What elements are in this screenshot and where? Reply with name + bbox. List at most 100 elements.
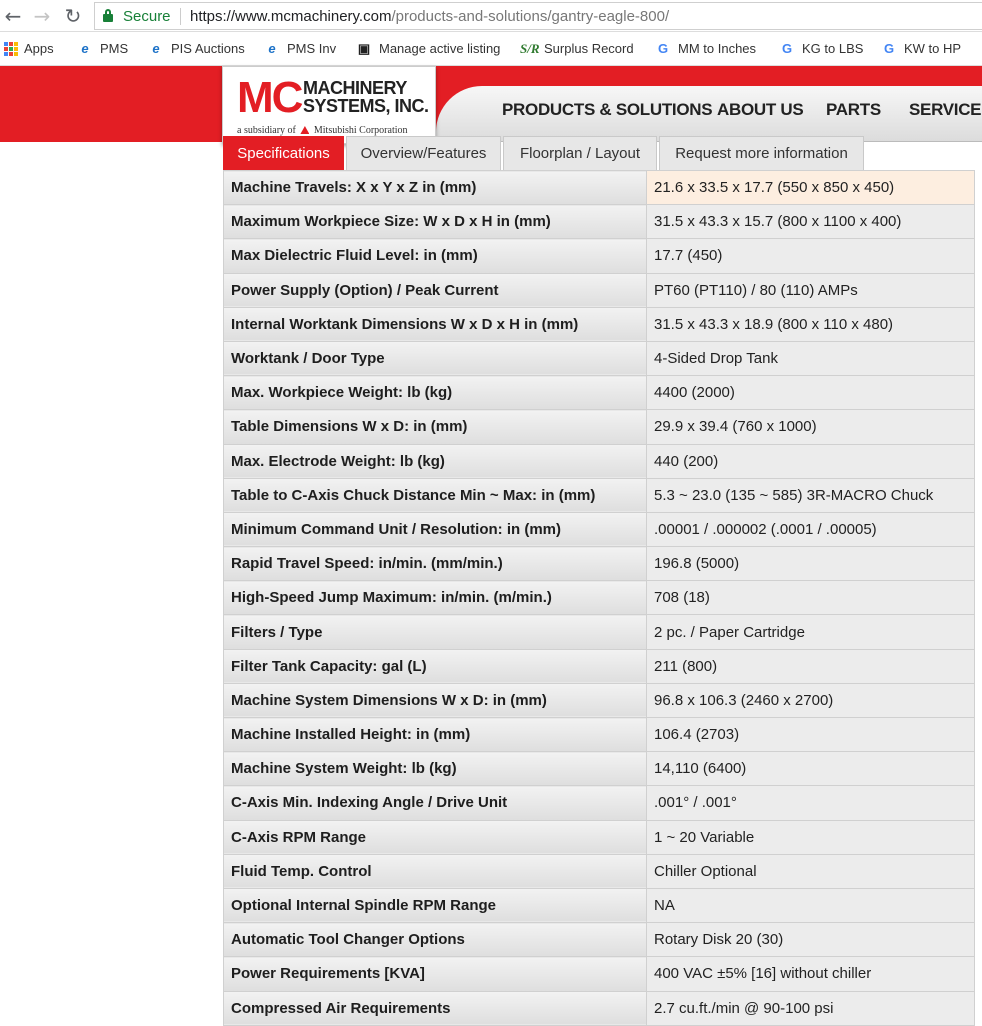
url-text[interactable]: https://www.mcmachinery.com/products-and… — [190, 8, 669, 25]
bookmark-label: KG to LBS — [802, 41, 864, 56]
logo-mc: MC — [237, 73, 303, 122]
address-bar-area: ← → ↻ Secure https://www.mcmachinery.com… — [0, 0, 982, 32]
tab-specifications[interactable]: Specifications — [223, 136, 344, 170]
google-icon: G — [883, 40, 895, 56]
tab-overview-features[interactable]: Overview/Features — [346, 136, 501, 170]
spec-row: Machine System Weight: lb (kg) 14,110 (64… — [223, 751, 975, 787]
bookmark-apps[interactable]: Apps — [4, 41, 54, 56]
spec-table-body: Machine Travels: X x Y x Z in (mm) 21.6 x… — [223, 169, 975, 1026]
spec-value: 440 (200) — [646, 443, 975, 479]
spec-row: Machine Installed Height: in (mm) 106.4 (… — [223, 716, 975, 753]
spec-label: Filters / Type — [223, 614, 647, 650]
spec-value: .001° / .001° — [646, 785, 975, 821]
secure-label: Secure — [123, 8, 171, 25]
logo-subsidiary: a subsidiary of Mitsubishi Corporation — [237, 125, 408, 136]
spec-label: Automatic Tool Changer Options — [223, 922, 647, 958]
spec-value: 196.8 (5000) — [646, 546, 975, 582]
logo-line2: SYSTEMS, INC. — [303, 96, 429, 116]
logo-sub-post: Mitsubishi Corporation — [313, 125, 408, 136]
spec-value: 96.8 x 106.3 (2460 x 2700) — [646, 682, 975, 719]
spec-label: Optional Internal Spindle RPM Range — [223, 887, 647, 924]
spec-label: C-Axis Min. Indexing Angle / Drive Unit — [223, 785, 647, 821]
spec-label: Table to C-Axis Chuck Distance Min ~ Max… — [223, 477, 647, 513]
ie-icon: e — [81, 40, 89, 56]
spec-row: High-Speed Jump Maximum: in/min. (m/min.… — [223, 580, 975, 616]
spec-row: Table to C-Axis Chuck Distance Min ~ Max… — [223, 477, 975, 513]
spec-value: 708 (18) — [646, 580, 975, 616]
spec-row: Minimum Command Unit / Resolution: in (m… — [223, 511, 975, 548]
spec-row: Rapid Travel Speed: in/min. (mm/min.) 196… — [223, 546, 975, 582]
spec-label: Machine System Dimensions W x D: in (mm) — [223, 682, 647, 719]
logo-sub-pre: a subsidiary of — [237, 125, 296, 136]
spec-row: Internal Worktank Dimensions W x D x H i… — [223, 306, 975, 342]
reload-icon[interactable]: ↻ — [62, 5, 84, 27]
bookmark-pis-auctions[interactable]: e PIS Auctions — [147, 40, 244, 56]
spec-row: Machine Travels: X x Y x Z in (mm) 21.6 x… — [223, 169, 975, 206]
lock-icon — [103, 9, 113, 22]
specifications-table: Machine Travels: X x Y x Z in (mm) 21.6 x… — [223, 169, 975, 1026]
spec-label: Compressed Air Requirements — [223, 990, 647, 1026]
spec-label: Max Dielectric Fluid Level: in (mm) — [223, 238, 647, 274]
spec-row: Filter Tank Capacity: gal (L) 211 (800) — [223, 648, 975, 684]
bookmark-label: PMS — [100, 41, 129, 56]
spec-label: Filter Tank Capacity: gal (L) — [223, 648, 647, 684]
bookmark-pms[interactable]: e PMS — [76, 41, 128, 56]
spec-row: Fluid Temp. Control Chiller Optional — [223, 853, 975, 889]
spec-row: C-Axis Min. Indexing Angle / Drive Unit.… — [223, 785, 975, 821]
spec-value: 31.5 x 43.3 x 15.7 (800 x 1100 x 400) — [646, 204, 975, 240]
google-icon: G — [657, 40, 669, 56]
bookmark-label: MM to Inches — [678, 41, 757, 56]
spec-label: Table Dimensions W x D: in (mm) — [223, 409, 647, 445]
nav-products-solutions[interactable]: PRODUCTS & SOLUTIONS — [502, 100, 713, 120]
spec-row: Table Dimensions W x D: in (mm) 29.9 x 39… — [223, 409, 975, 445]
logo-name: MACHINERY SYSTEMS, INC. — [303, 79, 429, 115]
bookmark-surplus-record[interactable]: S/R Surplus Record — [520, 41, 634, 56]
spec-row: Automatic Tool Changer Options Rotary Dis… — [223, 922, 975, 958]
bookmark-label: Manage active listing — [379, 41, 501, 56]
spec-value: NA — [646, 887, 975, 924]
spec-value: Rotary Disk 20 (30) — [646, 922, 975, 958]
url-host: https://www.mcmachinery.com — [190, 8, 392, 25]
spec-label: Rapid Travel Speed: in/min. (mm/min.) — [223, 546, 647, 582]
spec-label: Worktank / Door Type — [223, 340, 647, 377]
spec-label: Max. Workpiece Weight: lb (kg) — [223, 375, 647, 411]
spec-value: 106.4 (2703) — [646, 716, 975, 753]
spec-value: 21.6 x 33.5 x 17.7 (550 x 850 x 450) — [646, 169, 975, 206]
url-omnibox[interactable]: Secure https://www.mcmachinery.com/produ… — [94, 2, 982, 30]
spec-row: C-Axis RPM Range 1 ~ 20 Variable — [223, 819, 975, 855]
spec-value: Chiller Optional — [646, 853, 975, 889]
apps-grid-icon — [4, 41, 18, 56]
nav-service[interactable]: SERVICE & — [909, 100, 982, 120]
spec-label: Maximum Workpiece Size: W x D x H in (mm… — [223, 204, 647, 240]
spec-row: Max. Workpiece Weight: lb (kg) 4400 (2000… — [223, 375, 975, 411]
spec-label: Machine System Weight: lb (kg) — [223, 751, 647, 787]
nav-parts[interactable]: PARTS — [826, 100, 881, 120]
nav-about-us[interactable]: ABOUT US — [717, 100, 804, 120]
bookmark-mm-to-inches[interactable]: G MM to Inches — [654, 41, 756, 56]
forward-arrow-icon[interactable]: → — [31, 5, 53, 27]
bookmark-label: PMS Inv — [287, 41, 337, 56]
back-arrow-icon[interactable]: ← — [2, 5, 24, 27]
spec-row: Maximum Workpiece Size: W x D x H in (mm… — [223, 204, 975, 240]
omnibox-divider — [180, 8, 181, 25]
spec-label: Machine Installed Height: in (mm) — [223, 716, 647, 753]
spec-row: Max. Electrode Weight: lb (kg) 440 (200) — [223, 443, 975, 479]
ie-icon: e — [152, 40, 160, 56]
ie-icon: e — [268, 40, 276, 56]
spec-value: 2 pc. / Paper Cartridge — [646, 614, 975, 650]
tab-floorplan-layout[interactable]: Floorplan / Layout — [503, 136, 657, 170]
bookmark-label: Apps — [24, 41, 54, 56]
bookmark-kg-to-lbs[interactable]: G KG to LBS — [778, 41, 863, 56]
bookmarks-bar: Apps e PMS e PIS Auctions e PMS Inv ▣ Ma… — [0, 32, 982, 66]
spec-label: Machine Travels: X x Y x Z in (mm) — [223, 169, 647, 206]
spec-value: 4400 (2000) — [646, 375, 975, 411]
company-logo[interactable]: MC MACHINERY SYSTEMS, INC. a subsidiary … — [222, 66, 436, 144]
spec-label: Internal Worktank Dimensions W x D x H i… — [223, 306, 647, 342]
bookmark-pms-inv[interactable]: e PMS Inv — [263, 41, 336, 56]
bookmark-kw-to-hp[interactable]: G KW to HP — [880, 41, 961, 56]
spec-row: Machine System Dimensions W x D: in (mm)… — [223, 682, 975, 719]
bookmark-manage-listing[interactable]: ▣ Manage active listing — [355, 41, 501, 56]
spec-value: 1 ~ 20 Variable — [646, 819, 975, 855]
spec-value: 5.3 ~ 23.0 (135 ~ 585) 3R-MACRO Chuck — [646, 477, 975, 513]
tab-request-info[interactable]: Request more information — [659, 136, 864, 170]
